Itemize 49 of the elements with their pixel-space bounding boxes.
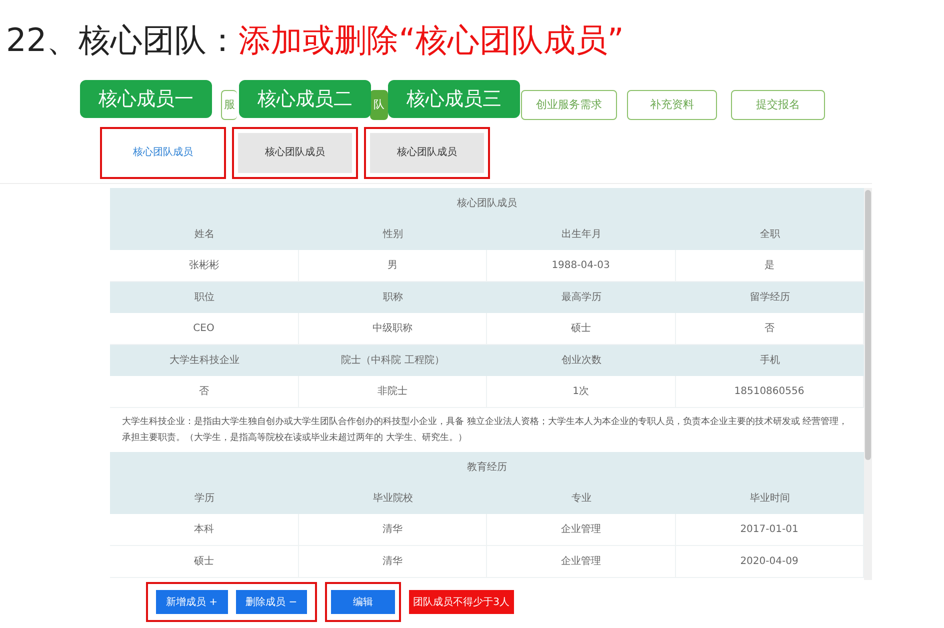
nav-tab[interactable]: 服	[221, 90, 237, 120]
member-button[interactable]: 新增成员 +	[156, 590, 228, 614]
table-cell: 清华	[298, 546, 487, 577]
callout-tooltip: 核心成员二	[239, 80, 371, 118]
member-tab[interactable]: 核心团队成员	[238, 132, 352, 172]
column-header: 院士（中科院 工程院）	[340, 354, 446, 368]
section-title: 教育经历	[110, 452, 864, 483]
table-cell: 1次	[487, 376, 676, 407]
column-header: 学历	[193, 492, 216, 506]
column-header: 职称	[382, 291, 404, 305]
nav-tab[interactable]: 补充资料	[627, 90, 717, 120]
table-cell: 企业管理	[487, 514, 676, 545]
page-heading: 22、核心团队：添加或删除“核心团队成员”	[5, 20, 625, 61]
column-header: 手机	[758, 354, 781, 368]
table-cell: 男	[298, 250, 487, 281]
table-cell: 企业管理	[487, 546, 676, 577]
scrollbar[interactable]	[864, 188, 872, 580]
edit-button[interactable]: 编辑	[331, 590, 396, 614]
section-title: 核心团队成员	[110, 188, 864, 219]
column-header: 大学生科技企业	[168, 354, 240, 368]
nav-tab[interactable]: 提交报名	[731, 90, 825, 120]
column-header: 全职	[758, 228, 781, 242]
column-header: 创业次数	[560, 354, 602, 368]
member-tab[interactable]: 核心团队成员	[370, 132, 484, 172]
table-cell: 本科	[110, 514, 298, 545]
table-cell: 硕士	[110, 546, 298, 577]
table-cell: 1988-04-03	[487, 250, 676, 281]
column-header: 留学经历	[748, 291, 791, 305]
column-header: 姓名	[193, 228, 216, 242]
table-cell: 清华	[298, 514, 487, 545]
column-header: 职位	[193, 291, 216, 305]
column-header: 专业	[570, 492, 592, 506]
member-button[interactable]: 删除成员 −	[236, 590, 308, 614]
nav-tab[interactable]: 创业服务需求	[521, 90, 617, 120]
column-header: 毕业时间	[748, 492, 791, 506]
column-header: 性别	[382, 228, 404, 242]
column-header: 毕业院校	[372, 492, 414, 506]
table-cell: 非院士	[298, 376, 487, 407]
column-header: 最高学历	[560, 290, 602, 305]
warning-label: 团队成员不得少于3人	[409, 590, 514, 614]
table-cell: 否	[110, 376, 298, 407]
nav-tab[interactable]: 队	[370, 90, 388, 120]
table-cell: CEO	[110, 313, 298, 344]
callout-tooltip: 核心成员三	[388, 80, 520, 118]
table-cell: 硕士	[487, 313, 676, 344]
table-cell: 张彬彬	[110, 250, 298, 281]
column-header: 出生年月	[560, 228, 602, 242]
callout-tooltip: 核心成员一	[80, 80, 212, 118]
table-cell: 中级职称	[298, 313, 487, 344]
